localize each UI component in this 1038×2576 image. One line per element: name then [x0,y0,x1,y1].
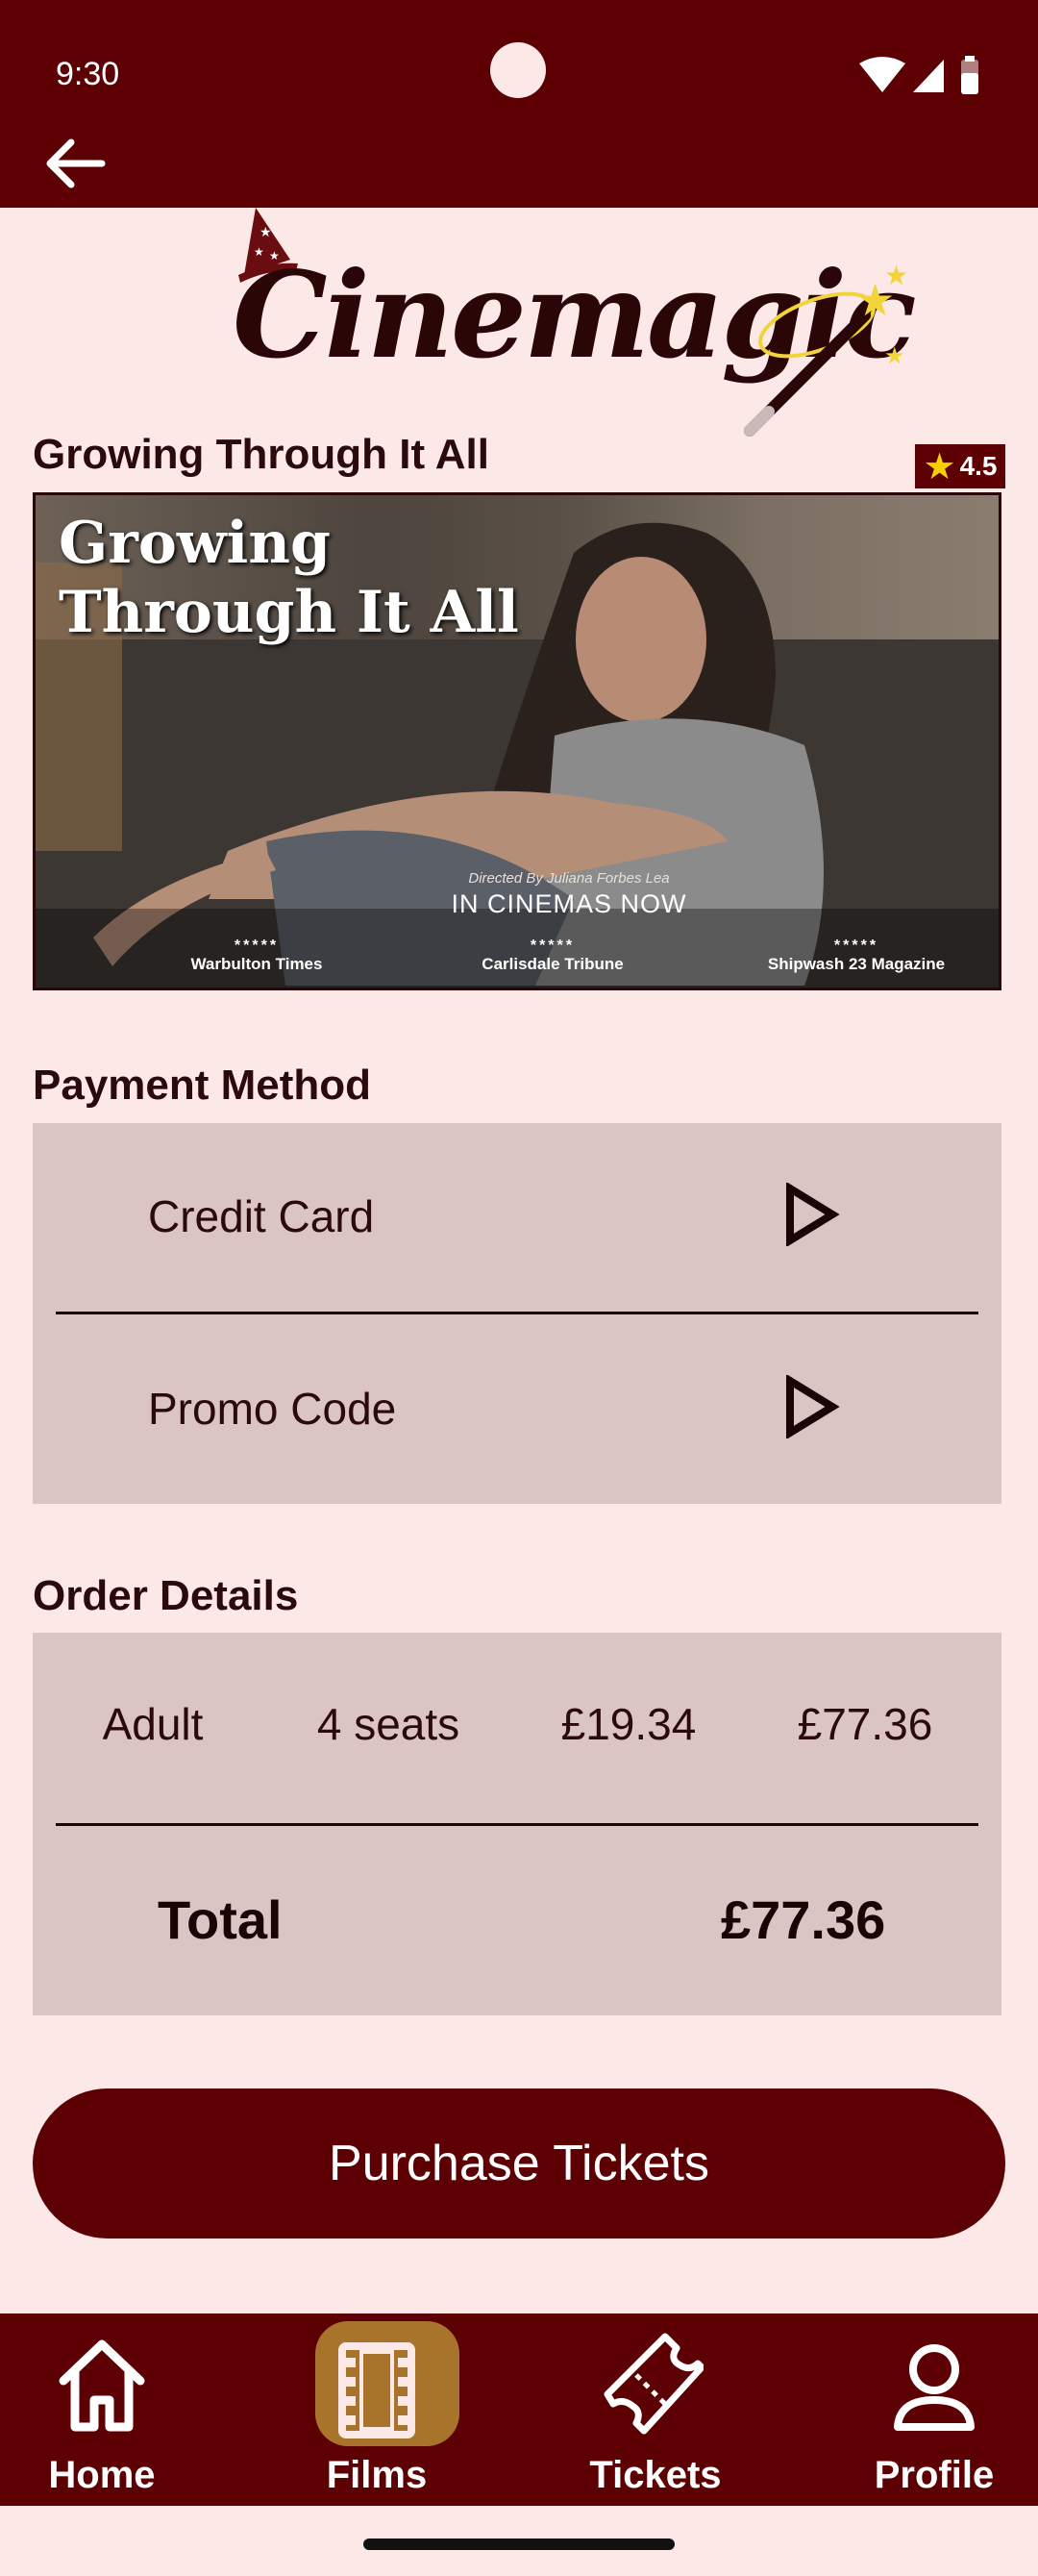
nav-item-profile[interactable]: Profile [838,2313,1030,2506]
film-title: Growing Through It All [33,431,489,478]
payment-option-label: Promo Code [148,1384,397,1434]
magic-wand-icon: ★ ★ ★ [744,261,908,437]
play-arrow-icon [786,1375,840,1438]
order-details-heading: Order Details [33,1572,299,1619]
poster-review: ***** Warbulton Times [132,938,382,974]
order-details-card: Adult 4 seats £19.34 £77.36 Total £77.36 [33,1633,1001,2015]
review-source: Shipwash 23 Magazine [767,955,946,973]
payment-option-promo-code[interactable]: Promo Code [33,1315,1001,1506]
purchase-tickets-button[interactable]: Purchase Tickets [33,2088,1005,2238]
svg-text:★: ★ [260,224,272,239]
film-icon [338,2342,415,2438]
unit-price: £19.34 [560,1699,697,1749]
total-label: Total [158,1889,283,1950]
svg-text:★: ★ [884,261,908,290]
nav-label: Home [48,2454,156,2496]
svg-text:★: ★ [884,343,905,369]
nav-label: Tickets [589,2454,722,2496]
seat-count: 4 seats [316,1699,460,1749]
ticket-type: Adult [102,1699,204,1749]
total-value: £77.36 [721,1889,886,1950]
divider [56,1312,978,1314]
cinemagic-logo: ★ ★ ★ Cinemagic ★ ★ ★ [221,208,932,438]
poster-tagline: IN CINEMAS NOW [451,889,687,918]
payment-option-label: Credit Card [148,1191,375,1241]
divider [56,1823,978,1826]
payment-method-card: Credit Card Promo Code [33,1123,1001,1504]
nav-label: Profile [874,2454,995,2496]
profile-icon [894,2344,975,2431]
bottom-nav: Home Films Tickets Profile [0,2313,1038,2506]
poster-review: ***** Carlisdale Tribune [428,938,678,974]
payment-method-heading: Payment Method [33,1062,372,1109]
review-source: Carlisdale Tribune [482,955,624,973]
ticket-icon [604,2333,704,2435]
poster-review: ***** Shipwash 23 Magazine [731,938,981,974]
review-source: Warbulton Times [190,955,323,973]
line-subtotal: £77.36 [797,1699,933,1749]
status-icons [859,56,978,94]
nav-label: Films [326,2454,428,2496]
star-icon: ★ [923,446,956,488]
nav-item-home[interactable]: Home [6,2313,198,2506]
review-stars: ***** [530,938,576,954]
signal-icon [913,60,944,92]
arrow-left-icon [46,138,106,188]
nav-item-films[interactable]: Films [281,2313,473,2506]
camera-cutout [490,42,546,98]
status-time: 9:30 [56,56,120,92]
app-bar [0,0,1038,208]
poster-director: Directed By Juliana Forbes Lea [468,870,670,887]
payment-option-credit-card[interactable]: Credit Card [33,1123,1001,1313]
rating-badge: ★ 4.5 [915,444,1005,488]
poster-title: Growing Through It All [59,510,519,646]
back-button[interactable] [38,133,115,194]
review-stars: ***** [234,938,280,954]
play-arrow-icon [786,1183,840,1246]
battery-icon [961,56,978,94]
nav-item-tickets[interactable]: Tickets [559,2313,752,2506]
gesture-bar[interactable] [363,2538,675,2550]
film-poster: Growing Through It All Directed By Julia… [33,492,1001,990]
home-icon [59,2339,145,2432]
wifi-icon [859,57,905,92]
rating-value: 4.5 [959,451,998,481]
review-stars: ***** [833,938,879,954]
